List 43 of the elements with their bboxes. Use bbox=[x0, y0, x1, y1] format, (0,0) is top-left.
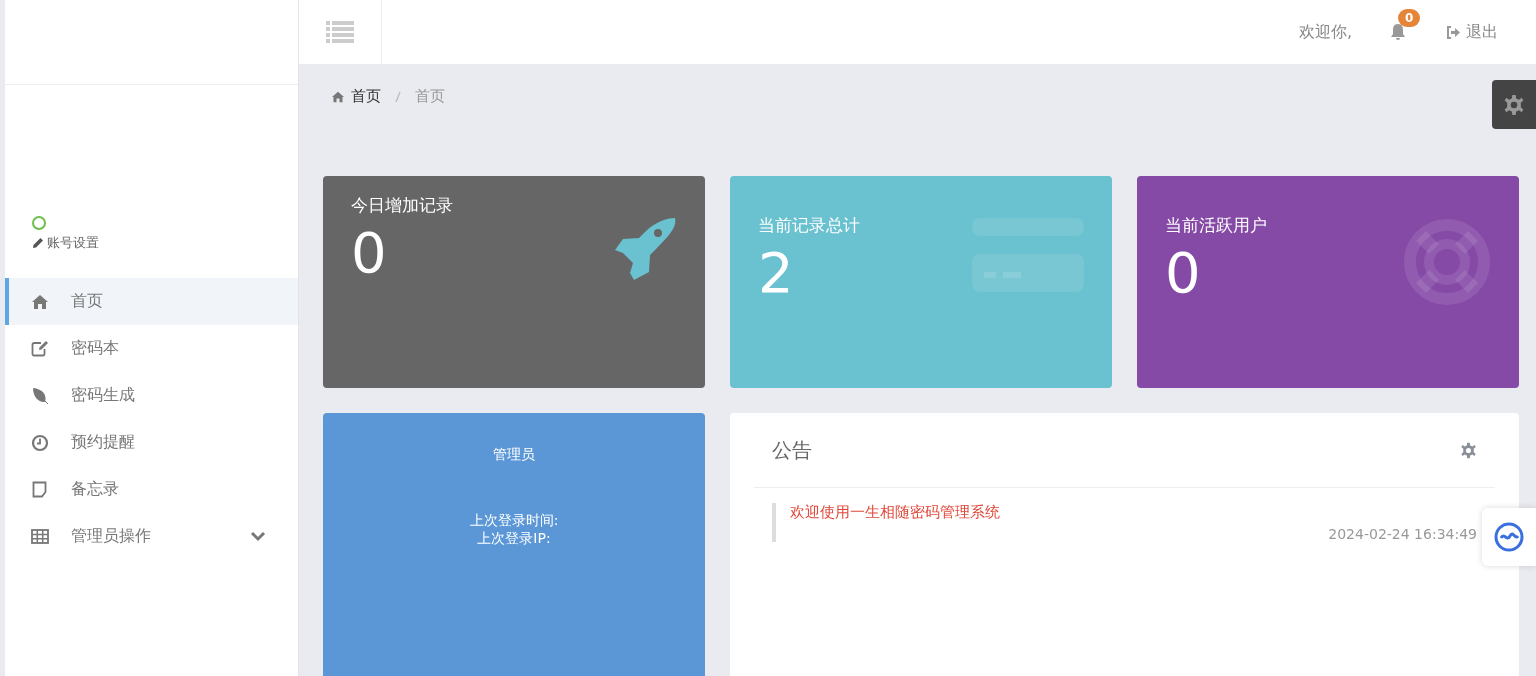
home-icon bbox=[331, 90, 345, 103]
breadcrumb-separator-icon bbox=[395, 90, 401, 103]
last-login-ip-label: 上次登录IP: bbox=[477, 530, 551, 548]
nav-item[interactable]: 首页 bbox=[5, 278, 298, 325]
stat-title: 当前活跃用户 bbox=[1165, 214, 1267, 237]
nav-item[interactable]: 备忘录 bbox=[5, 466, 298, 513]
settings-icon[interactable] bbox=[1460, 441, 1477, 459]
stat-value: 0 bbox=[351, 225, 388, 281]
breadcrumb-current: 首页 bbox=[415, 87, 445, 106]
notice-title: 公告 bbox=[772, 436, 812, 464]
breadcrumb-link[interactable]: 首页 bbox=[351, 87, 381, 106]
logo-icon bbox=[1494, 522, 1524, 552]
pencil-icon bbox=[32, 237, 44, 249]
logout-icon bbox=[1446, 25, 1461, 39]
nav-item[interactable]: 预约提醒 bbox=[5, 419, 298, 466]
leaf-icon bbox=[31, 386, 49, 405]
settings-tab[interactable] bbox=[1492, 80, 1536, 129]
notification-badge: 0 bbox=[1398, 9, 1421, 27]
edit-icon bbox=[31, 340, 49, 357]
nav-item[interactable]: 密码生成 bbox=[5, 372, 298, 419]
nav-item[interactable]: 密码本 bbox=[5, 325, 298, 372]
stat-value: 2 bbox=[758, 245, 795, 301]
table-icon bbox=[31, 529, 49, 544]
notice-text: 欢迎使用一生相随密码管理系统 bbox=[790, 503, 1001, 522]
welcome-text: 欢迎你, bbox=[1298, 21, 1352, 43]
admin-title: 管理员 bbox=[493, 446, 535, 464]
nav-item[interactable]: 管理员操作 bbox=[5, 513, 298, 560]
notice-time: 2024-02-24 16:34:49 bbox=[1328, 526, 1477, 542]
status-indicator bbox=[32, 216, 46, 230]
note-icon bbox=[31, 481, 48, 498]
credit-card-icon bbox=[972, 218, 1084, 294]
clock-icon bbox=[31, 433, 49, 452]
floating-button[interactable] bbox=[1482, 508, 1536, 566]
stat-title: 当前记录总计 bbox=[758, 214, 860, 237]
logout-button[interactable]: 退出 bbox=[1446, 21, 1498, 43]
account-settings-link[interactable]: 账号设置 bbox=[47, 234, 99, 252]
stat-value: 0 bbox=[1165, 245, 1202, 301]
stat-title: 今日增加记录 bbox=[351, 194, 453, 217]
bell-icon[interactable] bbox=[1390, 23, 1406, 41]
last-login-time-label: 上次登录时间: bbox=[469, 512, 559, 530]
lifebuoy-icon bbox=[1403, 218, 1491, 306]
home-icon bbox=[31, 293, 49, 310]
settings-icon[interactable] bbox=[1503, 93, 1525, 116]
